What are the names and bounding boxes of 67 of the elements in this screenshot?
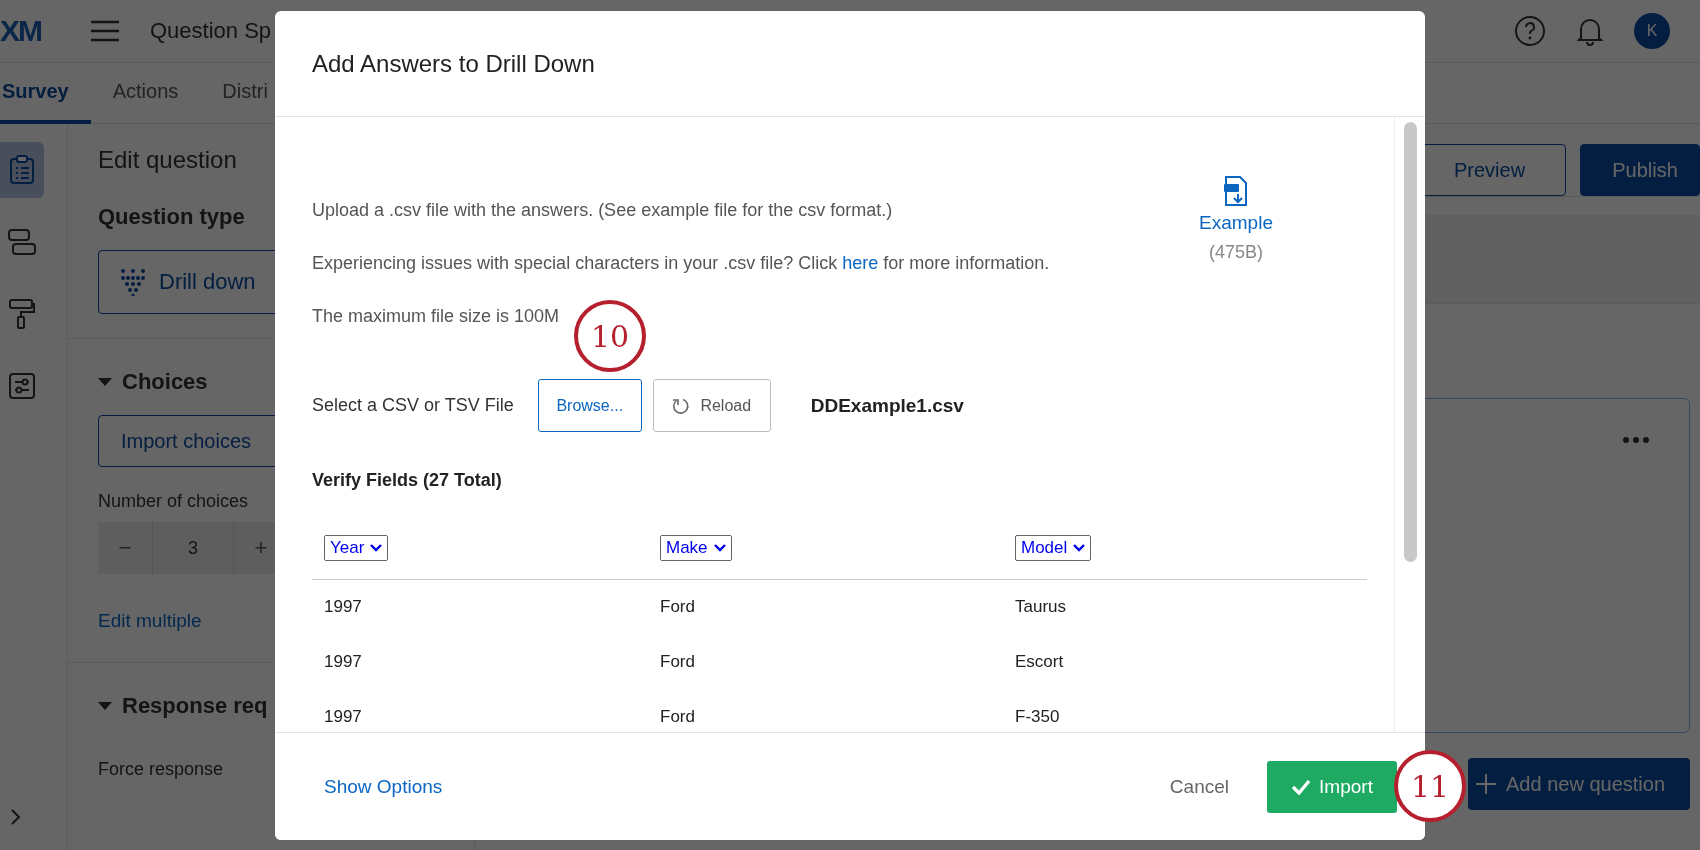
chevron-down-icon (713, 544, 726, 552)
caret-down-icon[interactable] (98, 378, 112, 386)
field-label: Select a CSV or TSV File (312, 395, 514, 416)
column-select[interactable]: Model (1015, 535, 1092, 561)
nav-tab[interactable]: Distri (200, 63, 290, 124)
section-heading: Choices (122, 369, 208, 395)
column-select[interactable]: Year (324, 535, 389, 561)
dialog-title: Add Answers to Drill Down (312, 49, 595, 78)
table-cell-text: 1997 (324, 652, 363, 672)
sliders-icon (8, 372, 36, 400)
publish-button[interactable]: Publish (1580, 144, 1700, 196)
field-label: Number of choices (98, 491, 249, 512)
chevron-down-icon (370, 544, 383, 552)
instruction-text: Upload a .csv file with the answers. (See example file for the csv format.) (312, 200, 894, 221)
check-icon (1291, 778, 1312, 795)
example-link[interactable]: Example (1199, 212, 1273, 234)
decrement-button[interactable]: − (98, 522, 152, 574)
step-number-callout: 11 (1394, 750, 1466, 822)
instruction-text: The maximum file size is 100M (312, 306, 561, 327)
section-heading: Verify Fields (27 Total) (312, 470, 503, 491)
instruction-text: Experiencing issues with special characters in your .csv file? Click here for more information. (312, 253, 1051, 274)
blocks-icon (7, 227, 37, 257)
reload-button[interactable]: Reload (652, 379, 771, 432)
show-options-link[interactable]: Show Options (324, 775, 443, 798)
chevron-right-icon[interactable] (10, 808, 22, 826)
table-cell-text: Escort (1015, 652, 1065, 672)
menu-icon[interactable] (90, 20, 120, 42)
more-icon[interactable] (1623, 437, 1649, 443)
import-button[interactable]: Import (1267, 760, 1397, 813)
add-question-button[interactable]: Add new question (1468, 758, 1690, 810)
reload-icon (672, 396, 691, 415)
browse-button[interactable]: Browse... (537, 379, 642, 432)
cancel-button[interactable]: Cancel (1163, 774, 1235, 799)
help-icon[interactable] (1514, 15, 1546, 47)
table-cell-text: Ford (660, 652, 696, 672)
section-heading: Response req (122, 693, 268, 719)
survey-title: Question Sp (150, 18, 272, 44)
increment-button[interactable]: + (234, 522, 288, 574)
number-field[interactable]: 3 (152, 522, 234, 574)
help-link[interactable]: here (842, 253, 879, 273)
field-label: Force response (98, 759, 225, 780)
column-select[interactable]: Make (660, 535, 732, 561)
table-cell-text: F-350 (1015, 707, 1061, 727)
section-heading: Question type (98, 204, 245, 230)
funnel-icon (119, 268, 147, 296)
clipboard-icon (9, 155, 35, 185)
csv-file-icon[interactable] (1224, 176, 1248, 206)
caret-down-icon[interactable] (98, 702, 112, 710)
table-cell-text: Taurus (1015, 597, 1068, 617)
file-name: DDExample1.csv (810, 394, 964, 417)
logo[interactable]: XM (0, 14, 60, 48)
panel-heading: Edit question (98, 146, 237, 174)
scrollbar[interactable] (1403, 122, 1417, 562)
nav-tab[interactable]: Survey (0, 63, 91, 124)
table-cell-text: Ford (660, 597, 696, 617)
table-cell-text: 1997 (324, 707, 363, 727)
plus-icon (1476, 774, 1496, 794)
nav-tab[interactable]: Actions (90, 63, 201, 124)
table-cell-text: 1997 (324, 597, 363, 617)
edit-multiple-link[interactable]: Edit multiple (98, 610, 202, 632)
file-size: (475B) (1209, 242, 1263, 263)
rail-button[interactable] (0, 142, 44, 198)
paint-roller-icon (8, 298, 36, 330)
user-avatar[interactable]: K (1634, 13, 1670, 49)
table-cell-text: Ford (660, 707, 696, 727)
chevron-down-icon (1073, 544, 1086, 552)
bell-icon[interactable] (1576, 16, 1604, 46)
